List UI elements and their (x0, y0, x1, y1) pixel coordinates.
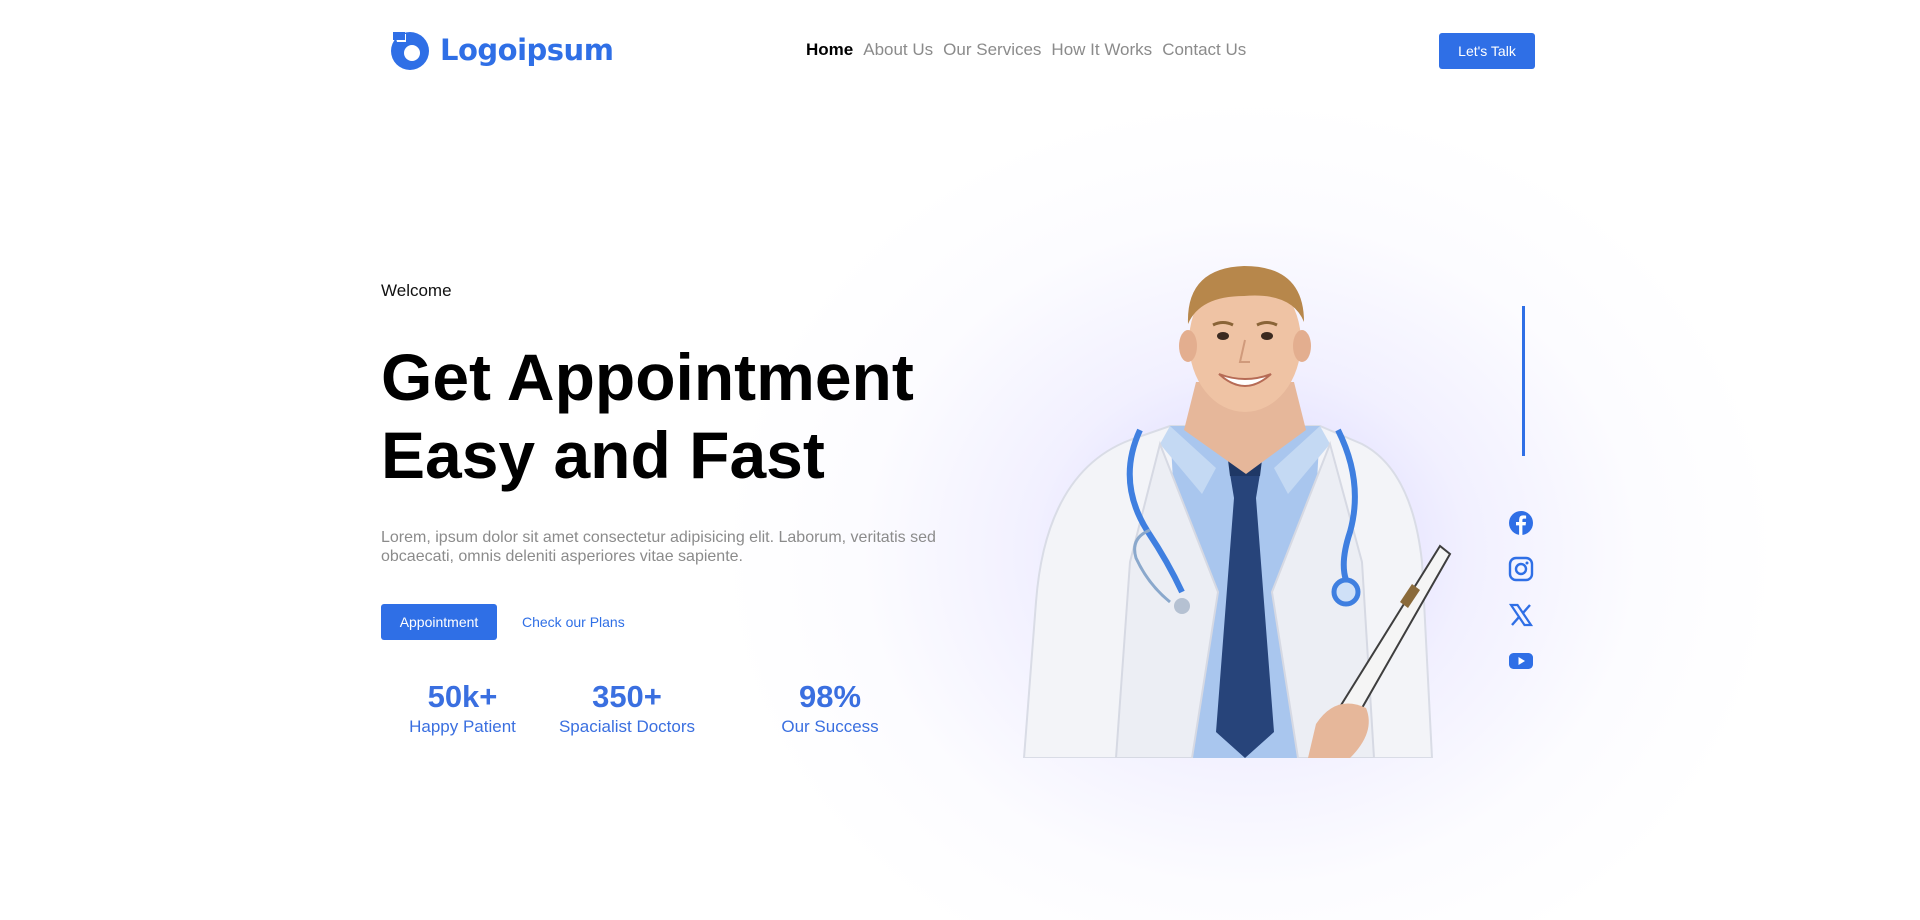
stat-label: Spacialist Doctors (558, 717, 696, 736)
logo-mark-icon (391, 32, 429, 70)
social-links (1508, 510, 1534, 674)
brand-logo[interactable]: Logoipsum (388, 28, 614, 72)
stat-label: Our Success (781, 717, 879, 736)
instagram-icon (1508, 556, 1534, 582)
nav-item-how-it-works[interactable]: How It Works (1051, 40, 1152, 60)
nav-item-contact-us[interactable]: Contact Us (1162, 40, 1246, 60)
hero-headline-line-1: Get Appointment (381, 340, 914, 414)
hero-lead-text: Lorem, ipsum dolor sit amet consectetur … (381, 529, 936, 565)
x-link[interactable] (1508, 602, 1534, 628)
stat-label: Happy Patient (409, 717, 516, 736)
youtube-icon (1509, 653, 1533, 669)
nav-item-about-us[interactable]: About Us (863, 40, 933, 60)
doctor-image (1020, 262, 1460, 758)
stat-value: 350+ (592, 679, 662, 714)
main-nav: Home About Us Our Services How It Works … (806, 40, 1246, 60)
appointment-button[interactable]: Appointment (381, 604, 497, 640)
site-header: Logoipsum Home About Us Our Services How… (0, 0, 1920, 100)
social-divider-line (1522, 306, 1525, 456)
facebook-icon (1509, 511, 1533, 535)
stat-specialist-doctors: 350+ Spacialist Doctors (504, 678, 750, 737)
facebook-link[interactable] (1508, 510, 1534, 536)
hero-eyebrow: Welcome (381, 281, 452, 300)
lets-talk-button[interactable]: Let's Talk (1439, 33, 1535, 69)
nav-item-our-services[interactable]: Our Services (943, 40, 1041, 60)
stats-row: 50k+ Happy Patient 350+ Spacialist Docto… (381, 678, 910, 737)
brand-name: Logoipsum (440, 33, 614, 67)
hero-headline-line-2: Easy and Fast (381, 418, 825, 492)
x-icon (1508, 603, 1534, 627)
stat-value: 98% (798, 679, 862, 714)
check-plans-link[interactable]: Check our Plans (522, 614, 625, 630)
nav-item-home[interactable]: Home (806, 40, 853, 60)
stat-our-success: 98% Our Success (750, 678, 910, 737)
instagram-link[interactable] (1508, 556, 1534, 582)
hero-headline: Get Appointment Easy and Fast (381, 338, 981, 494)
youtube-link[interactable] (1508, 648, 1534, 674)
stat-value: 50k+ (427, 679, 498, 714)
hero-cta-row: Appointment Check our Plans (381, 604, 625, 640)
